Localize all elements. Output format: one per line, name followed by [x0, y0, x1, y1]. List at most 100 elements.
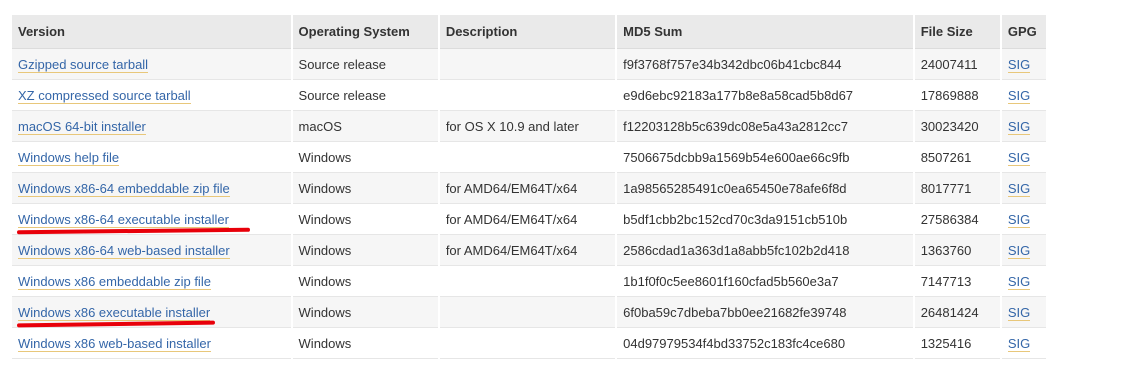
- cell-md5: b5df1cbb2bc152cd70c3da9151cb510b: [617, 204, 913, 235]
- cell-os: Windows: [292, 297, 438, 328]
- cell-description: [439, 80, 616, 111]
- cell-size: 26481424: [914, 297, 1000, 328]
- cell-os: macOS: [292, 111, 438, 142]
- cell-os: Windows: [292, 204, 438, 235]
- signature-link[interactable]: SIG: [1007, 211, 1031, 228]
- download-link[interactable]: Windows x86 embeddable zip file: [18, 273, 211, 290]
- page: Version Operating System Description MD5…: [0, 0, 1135, 369]
- cell-version: Windows x86 web-based installer: [12, 328, 291, 359]
- table-row: XZ compressed source tarball Source relea…: [12, 80, 1046, 111]
- cell-md5-text: 7506675dcbb9a1569b54e600ae66c9fb: [623, 149, 850, 165]
- table-row: Windows x86-64 web-based installer Window…: [12, 235, 1046, 266]
- download-link[interactable]: Windows help file: [18, 149, 120, 166]
- cell-gpg: SIG: [1001, 111, 1046, 142]
- table-row: Gzipped source tarball Source release f9f3…: [12, 49, 1046, 80]
- cell-md5-text: 04d97979534f4bd33752c183fc4ce680: [623, 335, 846, 351]
- signature-link[interactable]: SIG: [1007, 273, 1031, 290]
- cell-description: [439, 328, 616, 359]
- signature-link[interactable]: SIG: [1007, 242, 1031, 259]
- signature-link[interactable]: SIG: [1007, 335, 1031, 352]
- table-row: macOS 64-bit installer macOS for OS X 10.9…: [12, 111, 1046, 142]
- signature-link[interactable]: SIG: [1007, 56, 1031, 73]
- cell-size-text: 24007411: [920, 56, 978, 72]
- cell-size-text: 27586384: [920, 211, 979, 227]
- column-header-os: Operating System: [292, 15, 438, 49]
- cell-version: Windows x86-64 embeddable zip file: [12, 173, 291, 204]
- table-body: Gzipped source tarball Source release f9f3…: [12, 49, 1046, 359]
- cell-md5-text: 6f0ba59c7dbeba7bb0ee21682fe39748: [623, 304, 847, 320]
- cell-description-text: for OS X 10.9 and later: [445, 118, 579, 134]
- signature-link[interactable]: SIG: [1007, 180, 1031, 197]
- table-row: Windows x86 web-based installer Windows 04…: [12, 328, 1046, 359]
- cell-md5: 7506675dcbb9a1569b54e600ae66c9fb: [617, 142, 913, 173]
- cell-description-text: for AMD64/EM64T/x64: [445, 180, 578, 196]
- cell-description: [439, 297, 616, 328]
- download-link[interactable]: Windows x86-64 web-based installer: [18, 242, 230, 259]
- cell-os-text: macOS: [298, 118, 342, 134]
- cell-description: for AMD64/EM64T/x64: [439, 204, 616, 235]
- download-link[interactable]: Windows x86 web-based installer: [18, 335, 211, 352]
- cell-os: Windows: [292, 142, 438, 173]
- signature-link[interactable]: SIG: [1007, 87, 1031, 104]
- cell-md5-text: b5df1cbb2bc152cd70c3da9151cb510b: [623, 211, 848, 227]
- cell-os-text: Windows: [298, 149, 352, 165]
- cell-gpg: SIG: [1001, 142, 1046, 173]
- cell-description-text: for AMD64/EM64T/x64: [445, 242, 578, 258]
- cell-description: [439, 266, 616, 297]
- cell-size-text: 26481424: [920, 304, 979, 320]
- cell-md5: 2586cdad1a363d1a8abb5fc102b2d418: [617, 235, 913, 266]
- cell-size: 8507261: [914, 142, 1000, 173]
- download-link[interactable]: Windows x86-64 embeddable zip file: [18, 180, 230, 197]
- cell-os: Windows: [292, 173, 438, 204]
- download-link[interactable]: XZ compressed source tarball: [18, 87, 191, 104]
- download-link[interactable]: Windows x86 executable installer: [18, 304, 211, 321]
- cell-gpg: SIG: [1001, 297, 1046, 328]
- cell-description: [439, 49, 616, 80]
- downloads-table: Version Operating System Description MD5…: [10, 15, 1048, 359]
- cell-md5-text: 2586cdad1a363d1a8abb5fc102b2d418: [623, 242, 850, 258]
- cell-md5: 1a98565285491c0ea65450e78afe6f8d: [617, 173, 913, 204]
- signature-link[interactable]: SIG: [1007, 149, 1031, 166]
- signature-link[interactable]: SIG: [1007, 118, 1031, 135]
- cell-os-text: Windows: [298, 180, 352, 196]
- cell-os: Windows: [292, 328, 438, 359]
- cell-os-text: Windows: [298, 242, 352, 258]
- download-link[interactable]: macOS 64-bit installer: [18, 118, 146, 135]
- cell-gpg: SIG: [1001, 80, 1046, 111]
- cell-gpg: SIG: [1001, 328, 1046, 359]
- cell-md5: 04d97979534f4bd33752c183fc4ce680: [617, 328, 913, 359]
- cell-description: for OS X 10.9 and later: [439, 111, 616, 142]
- cell-os-text: Windows: [298, 273, 352, 289]
- cell-description: for AMD64/EM64T/x64: [439, 235, 616, 266]
- cell-os-text: Windows: [298, 211, 352, 227]
- cell-md5-text: e9d6ebc92183a177b8e8a58cad5b8d67: [623, 87, 854, 103]
- download-link[interactable]: Gzipped source tarball: [18, 56, 149, 73]
- table-row: Windows help file Windows 7506675dcbb9a156…: [12, 142, 1046, 173]
- cell-md5: f12203128b5c639dc08e5a43a2812cc7: [617, 111, 913, 142]
- cell-md5: 1b1f0f0c5ee8601f160cfad5b560e3a7: [617, 266, 913, 297]
- cell-description: [439, 142, 616, 173]
- cell-os: Source release: [292, 80, 438, 111]
- cell-os: Windows: [292, 235, 438, 266]
- cell-version: Gzipped source tarball: [12, 49, 291, 80]
- cell-md5: f9f3768f757e34b342dbc06b41cbc844: [617, 49, 913, 80]
- cell-size-text: 1363760: [920, 242, 972, 258]
- cell-size: 1363760: [914, 235, 1000, 266]
- cell-size-text: 8507261: [920, 149, 972, 165]
- cell-md5-text: 1b1f0f0c5ee8601f160cfad5b560e3a7: [623, 273, 839, 289]
- column-header-version: Version: [12, 15, 291, 49]
- cell-description: for AMD64/EM64T/x64: [439, 173, 616, 204]
- cell-size-text: 8017771: [920, 180, 972, 196]
- cell-size-text: 1325416: [920, 335, 972, 351]
- signature-link[interactable]: SIG: [1007, 304, 1031, 321]
- cell-size-text: 17869888: [920, 87, 979, 103]
- column-header-description: Description: [439, 15, 616, 49]
- cell-size: 8017771: [914, 173, 1000, 204]
- cell-os-text: Windows: [298, 304, 352, 320]
- download-link[interactable]: Windows x86-64 executable installer: [18, 211, 229, 228]
- table-row: Windows x86 embeddable zip file Windows 1b…: [12, 266, 1046, 297]
- cell-gpg: SIG: [1001, 173, 1046, 204]
- cell-version: Windows x86 embeddable zip file: [12, 266, 291, 297]
- table-row: Windows x86-64 embeddable zip file Window…: [12, 173, 1046, 204]
- cell-gpg: SIG: [1001, 266, 1046, 297]
